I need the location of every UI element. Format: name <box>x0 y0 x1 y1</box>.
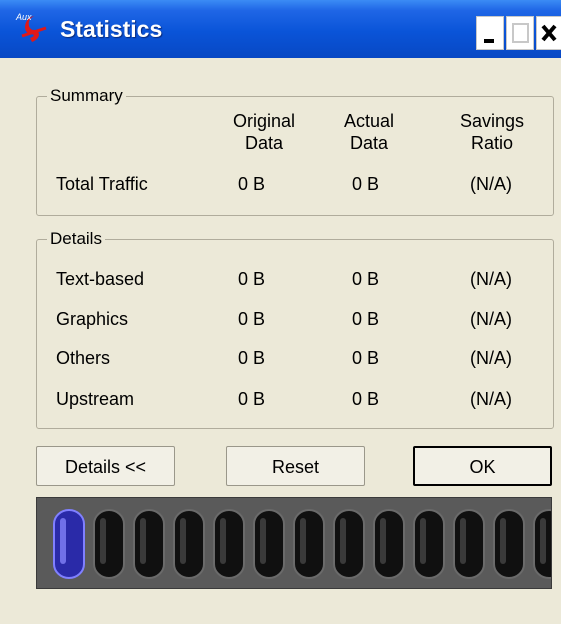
upstream-original: 0 B <box>238 389 266 409</box>
text-based-savings: (N/A) <box>470 269 512 289</box>
savings-ratio-header-line2: Ratio <box>470 133 514 153</box>
text-based-label: Text-based <box>56 269 145 289</box>
text-based-original: 0 B <box>238 269 266 289</box>
app-logo-icon: Aux <box>14 8 54 48</box>
upstream-actual: 0 B <box>352 389 380 409</box>
graphics-original: 0 B <box>238 309 266 329</box>
svg-text:Aux: Aux <box>15 12 32 22</box>
graphics-actual: 0 B <box>352 309 380 329</box>
meter-pill <box>533 509 551 579</box>
meter-pill <box>493 509 525 579</box>
title-bar[interactable]: Aux Statistics <box>0 0 561 58</box>
meter-pill <box>413 509 445 579</box>
meter-pill <box>253 509 285 579</box>
meter-pill <box>453 509 485 579</box>
maximize-icon <box>512 23 529 43</box>
minimize-button[interactable] <box>476 16 504 50</box>
meter-pill <box>133 509 165 579</box>
close-icon <box>541 24 557 42</box>
maximize-button[interactable] <box>506 16 534 50</box>
actual-data-header-line1: Actual <box>343 111 395 131</box>
total-traffic-original: 0 B <box>238 174 266 194</box>
reset-button[interactable]: Reset <box>226 446 365 486</box>
meter-pill <box>293 509 325 579</box>
window-title: Statistics <box>60 16 163 42</box>
graphics-label: Graphics <box>56 309 129 329</box>
meter-pill <box>93 509 125 579</box>
upstream-savings: (N/A) <box>470 389 512 409</box>
others-actual: 0 B <box>352 348 380 368</box>
others-label: Others <box>56 348 111 368</box>
others-savings: (N/A) <box>470 348 512 368</box>
activity-meter-pills <box>53 509 551 579</box>
summary-legend: Summary <box>47 85 126 107</box>
details-toggle-button[interactable]: Details << <box>36 446 175 486</box>
text-based-actual: 0 B <box>352 269 380 289</box>
meter-pill-active <box>53 509 85 579</box>
ok-button[interactable]: OK <box>413 446 552 486</box>
meter-pill <box>213 509 245 579</box>
total-traffic-label: Total Traffic <box>56 174 148 194</box>
meter-pill <box>373 509 405 579</box>
original-data-header-line2: Data <box>244 133 284 153</box>
savings-ratio-header-line1: Savings <box>459 111 525 131</box>
meter-pill <box>333 509 365 579</box>
total-traffic-actual: 0 B <box>352 174 380 194</box>
upstream-label: Upstream <box>56 389 135 409</box>
activity-meter <box>36 497 552 589</box>
actual-data-header-line2: Data <box>349 133 389 153</box>
others-original: 0 B <box>238 348 266 368</box>
close-button[interactable] <box>536 16 561 50</box>
graphics-savings: (N/A) <box>470 309 512 329</box>
meter-pill <box>173 509 205 579</box>
details-legend: Details <box>47 228 105 250</box>
minimize-icon <box>484 39 494 43</box>
total-traffic-savings: (N/A) <box>470 174 512 194</box>
original-data-header-line1: Original <box>232 111 296 131</box>
